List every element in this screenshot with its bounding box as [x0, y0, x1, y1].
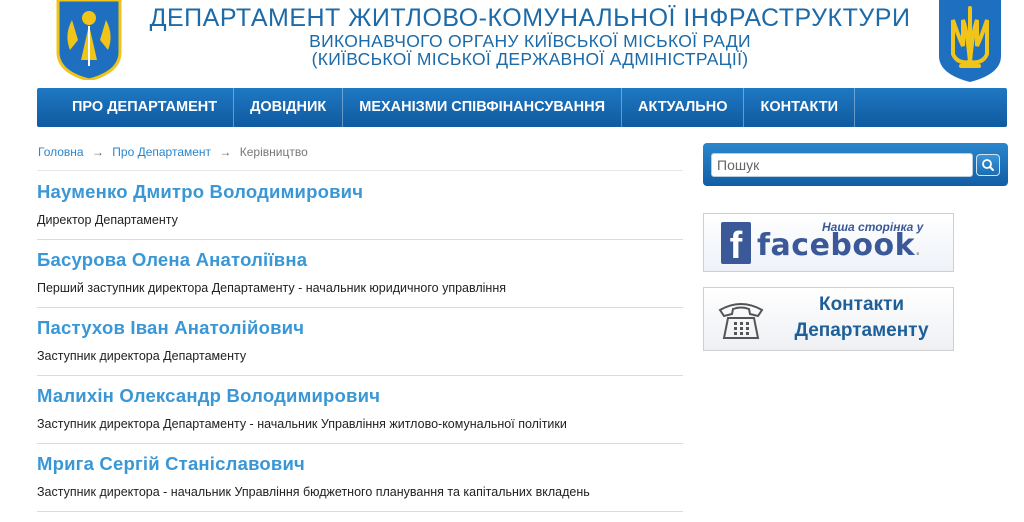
list-item: Пастухов Іван Анатолійович Заступник дир…: [37, 308, 683, 376]
search-icon: [982, 159, 994, 171]
facebook-wordmark: facebook.: [757, 228, 921, 263]
nav-item-contacts[interactable]: КОНТАКТИ: [744, 88, 855, 127]
telephone-icon: [718, 303, 764, 339]
ukraine-trident-icon: [939, 0, 1001, 82]
divider: [37, 170, 683, 171]
contacts-label: Контакти Департаменту: [774, 292, 949, 344]
facebook-banner[interactable]: f Наша сторінка у facebook.: [703, 213, 954, 272]
person-position: Заступник директора - начальник Управлін…: [37, 485, 590, 499]
search-button[interactable]: [976, 154, 1000, 176]
kyiv-coat-of-arms-icon[interactable]: [54, 0, 124, 80]
title-main: ДЕПАРТАМЕНТ ЖИТЛОВО-КОМУНАЛЬНОЇ ІНФРАСТР…: [149, 4, 911, 32]
site-header: ДЕПАРТАМЕНТ ЖИТЛОВО-КОМУНАЛЬНОЇ ІНФРАСТР…: [0, 0, 1024, 88]
site-title: ДЕПАРТАМЕНТ ЖИТЛОВО-КОМУНАЛЬНОЇ ІНФРАСТР…: [140, 4, 920, 68]
person-position: Заступник директора Департаменту - начал…: [37, 417, 567, 431]
nav-item-about[interactable]: ПРО ДЕПАРТАМЕНТ: [37, 88, 235, 127]
list-item: Басурова Олена Анатоліївна Перший заступ…: [37, 240, 683, 308]
breadcrumb-arrow-icon: →: [91, 145, 104, 159]
contacts-line-2: Департаменту: [794, 320, 929, 341]
person-position: Директор Департаменту: [37, 213, 178, 227]
person-name-link[interactable]: Пастухов Іван Анатолійович: [37, 308, 683, 349]
person-name-link[interactable]: Малихін Олександр Володимирович: [37, 376, 683, 417]
title-sub-2: (КИЇВСЬКОЇ МІСЬКОЇ ДЕРЖАВНОЇ АДМІНІСТРАЦ…: [311, 49, 749, 69]
breadcrumb-home[interactable]: Головна: [38, 145, 84, 159]
list-item: Малихін Олександр Володимирович Заступни…: [37, 376, 683, 444]
breadcrumb: Головна → Про Департамент → Керівництво: [38, 145, 308, 159]
person-position: Заступник директора Департаменту: [37, 349, 247, 363]
nav-item-news[interactable]: АКТУАЛЬНО: [622, 88, 745, 127]
contacts-banner[interactable]: Контакти Департаменту: [703, 287, 954, 351]
search-panel: [703, 143, 1008, 186]
facebook-word: facebook: [757, 228, 916, 263]
list-item: Мрига Сергій Станіславович Заступник дир…: [37, 444, 683, 512]
person-name-link[interactable]: Науменко Дмитро Володимирович: [37, 172, 683, 213]
leadership-list: Науменко Дмитро Володимирович Директор Д…: [37, 172, 683, 512]
person-name-link[interactable]: Басурова Олена Анатоліївна: [37, 240, 683, 281]
facebook-dot: .: [915, 243, 921, 259]
main-nav: ПРО ДЕПАРТАМЕНТ ДОВІДНИК МЕХАНІЗМИ СПІВФ…: [37, 88, 1007, 127]
facebook-logo-icon: f: [721, 222, 751, 267]
nav-item-cofinancing[interactable]: МЕХАНІЗМИ СПІВФІНАНСУВАННЯ: [343, 88, 623, 127]
breadcrumb-section[interactable]: Про Департамент: [112, 145, 211, 159]
title-sub-1: ВИКОНАВЧОГО ОРГАНУ КИЇВСЬКОЇ МІСЬКОЇ РАД…: [309, 31, 751, 51]
breadcrumb-arrow-icon: →: [219, 145, 232, 159]
nav-item-directory[interactable]: ДОВІДНИК: [234, 88, 344, 127]
person-position: Перший заступник директора Департаменту …: [37, 281, 506, 295]
search-input[interactable]: [711, 153, 973, 177]
list-item: Науменко Дмитро Володимирович Директор Д…: [37, 172, 683, 240]
breadcrumb-current: Керівництво: [239, 145, 308, 159]
contacts-line-1: Контакти: [818, 294, 905, 315]
person-name-link[interactable]: Мрига Сергій Станіславович: [37, 444, 683, 485]
